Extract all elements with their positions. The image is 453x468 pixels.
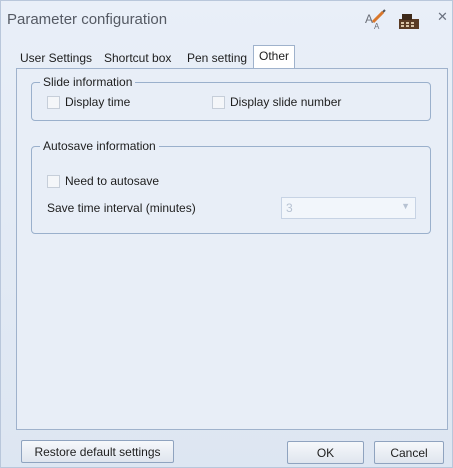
svg-text:A: A (374, 22, 380, 31)
svg-text:A: A (365, 12, 373, 26)
restore-default-settings-button[interactable]: Restore default settings (21, 440, 174, 463)
slide-information-legend: Slide information (40, 75, 136, 89)
save-interval-label: Save time interval (minutes) (47, 201, 196, 215)
display-time-label: Display time (65, 95, 131, 109)
display-time-checkbox[interactable] (47, 95, 60, 109)
dialog-title: Parameter configuration (7, 11, 168, 28)
cancel-button[interactable]: Cancel (374, 441, 444, 464)
close-icon[interactable]: ✕ (437, 9, 448, 25)
need-autosave-checkbox[interactable] (47, 174, 60, 188)
keyboard-icon[interactable] (397, 11, 421, 34)
chevron-down-icon: ▼ (401, 201, 410, 211)
tab-pen-setting[interactable]: Pen setting (187, 51, 247, 65)
parameter-configuration-dialog: Parameter configuration A A ✕ User Setti… (0, 0, 453, 468)
autosave-information-legend: Autosave information (40, 139, 159, 153)
title-bar: Parameter configuration A A ✕ (1, 1, 452, 39)
need-autosave-option[interactable]: Need to autosave (47, 174, 159, 188)
save-interval-select[interactable]: 3 ▼ (281, 197, 416, 219)
tab-user-settings[interactable]: User Settings (20, 51, 92, 65)
display-slide-number-label: Display slide number (230, 95, 342, 109)
display-slide-number-option[interactable]: Display slide number (212, 95, 341, 109)
autosave-information-group: Autosave information Need to autosave Sa… (31, 139, 431, 234)
spellcheck-icon[interactable]: A A (364, 9, 386, 34)
need-autosave-label: Need to autosave (65, 174, 160, 188)
display-slide-number-checkbox[interactable] (212, 95, 225, 109)
tab-shortcut-box[interactable]: Shortcut box (104, 51, 171, 65)
ok-button[interactable]: OK (287, 441, 364, 464)
tab-other[interactable]: Other (253, 45, 296, 69)
slide-information-group: Slide information Display time Display s… (31, 75, 431, 121)
save-interval-value: 3 (286, 201, 293, 215)
other-tab-panel: Slide information Display time Display s… (16, 68, 448, 430)
display-time-option[interactable]: Display time (47, 95, 130, 109)
